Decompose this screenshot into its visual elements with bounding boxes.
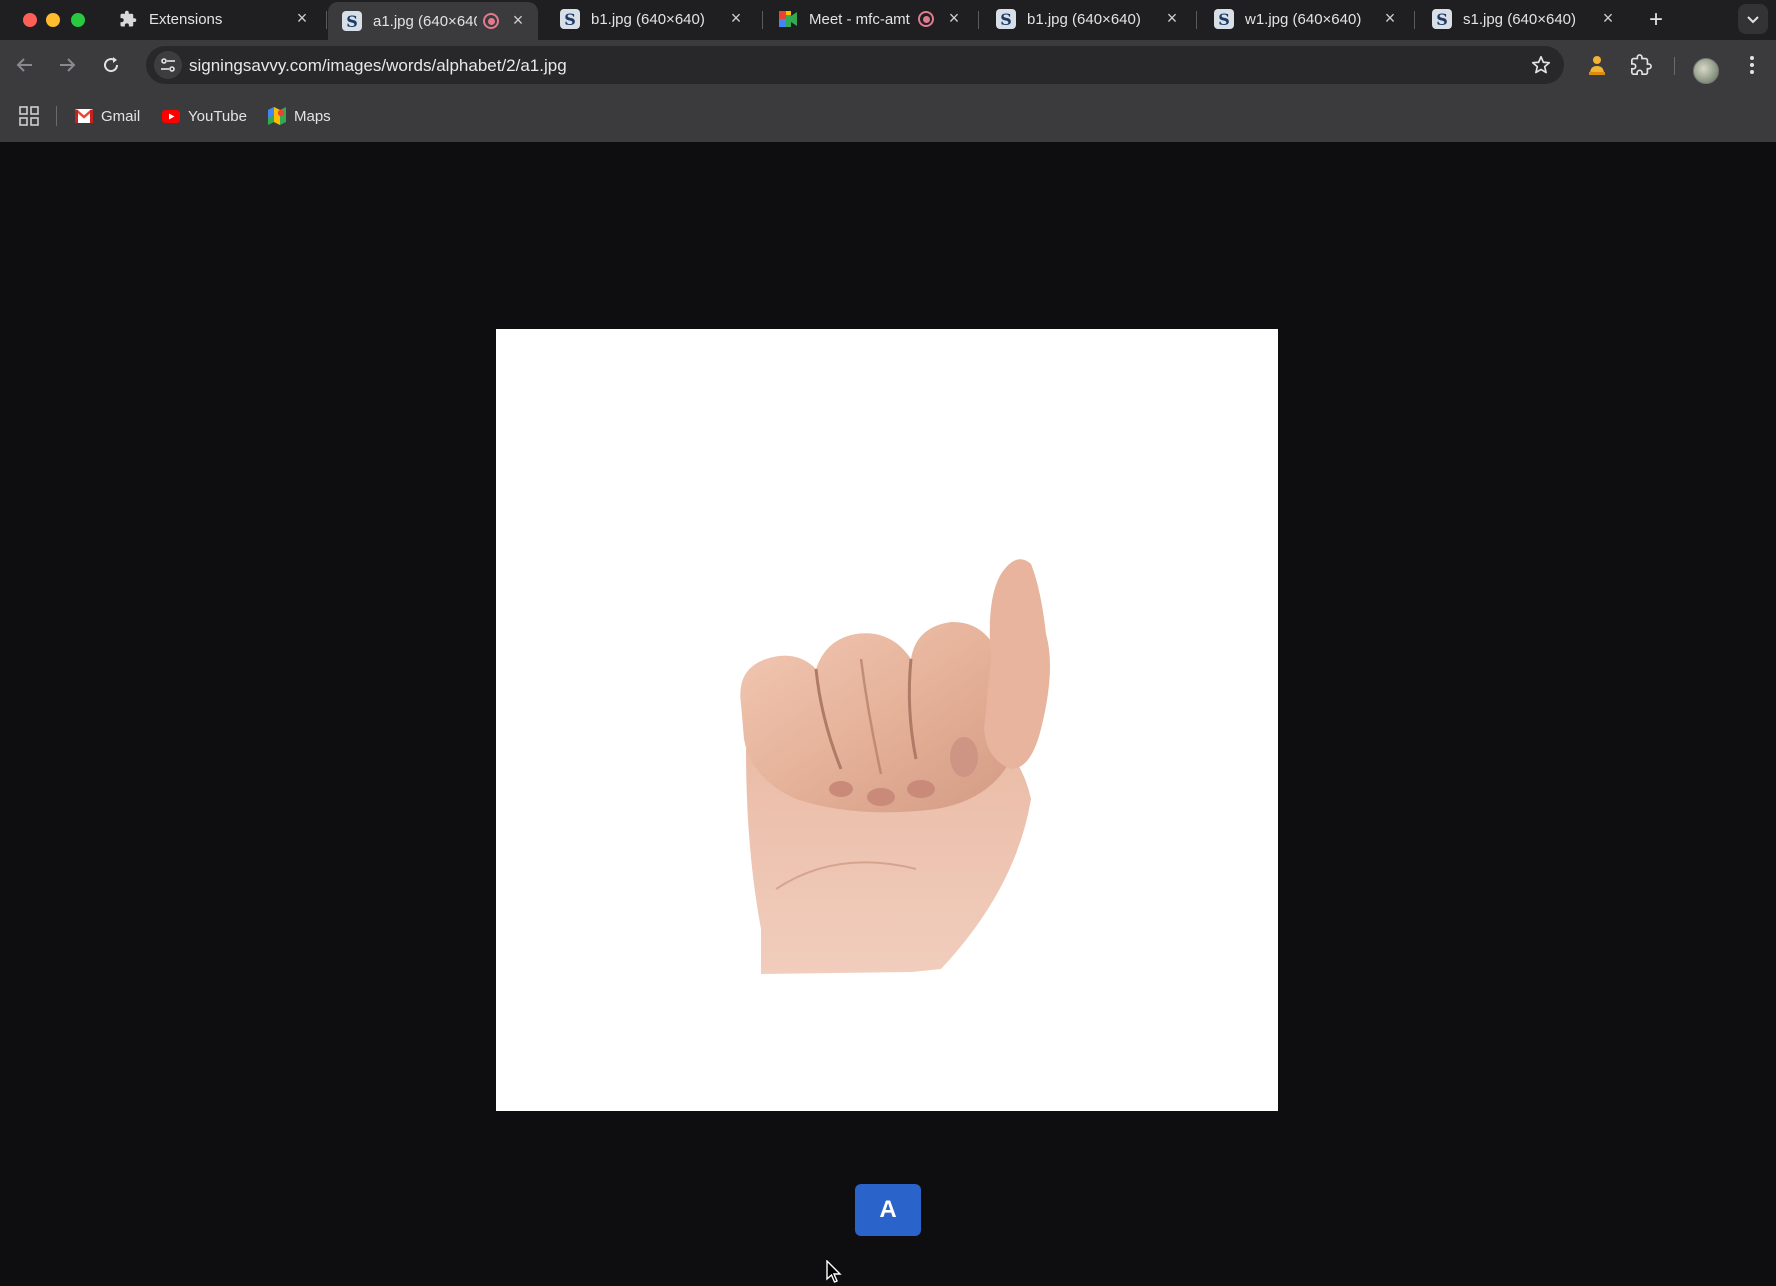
tab-title: a1.jpg (640×640) bbox=[373, 12, 477, 30]
tab-divider bbox=[1414, 11, 1415, 29]
signingsavvy-favicon: S bbox=[996, 9, 1016, 29]
site-info-icon[interactable] bbox=[154, 51, 182, 79]
page-content: A bbox=[0, 142, 1776, 1286]
back-button[interactable] bbox=[12, 52, 38, 78]
hand-sign-a-illustration bbox=[740, 559, 1050, 974]
bookmark-star-icon[interactable] bbox=[1530, 54, 1552, 76]
tab-extensions[interactable]: Extensions × bbox=[104, 0, 322, 38]
close-tab-icon[interactable]: × bbox=[946, 9, 962, 27]
browser-window: Extensions × S a1.jpg (640×640) × S b1.j… bbox=[0, 0, 1776, 1286]
arrow-right-icon bbox=[60, 58, 76, 72]
forward-button[interactable] bbox=[54, 52, 80, 78]
signingsavvy-favicon: S bbox=[560, 9, 580, 29]
extension-user-icon[interactable] bbox=[1584, 52, 1610, 78]
bookmark-gmail[interactable]: Gmail bbox=[75, 105, 140, 127]
minimize-window-button[interactable] bbox=[46, 13, 60, 27]
maps-icon bbox=[268, 107, 286, 125]
url-text[interactable]: signingsavvy.com/images/words/alphabet/2… bbox=[189, 56, 567, 76]
bookmark-label: Gmail bbox=[101, 107, 141, 125]
close-tab-icon[interactable]: × bbox=[728, 9, 744, 27]
tab-divider bbox=[1196, 11, 1197, 29]
bookmarks-divider bbox=[56, 106, 57, 126]
google-meet-icon bbox=[778, 9, 798, 29]
kebab-menu-icon[interactable] bbox=[1739, 52, 1765, 78]
toolbar-divider bbox=[1674, 57, 1675, 75]
new-tab-button[interactable]: + bbox=[1642, 6, 1670, 34]
tab-a1-jpg[interactable]: S a1.jpg (640×640) × bbox=[328, 2, 538, 40]
apps-grid-icon[interactable] bbox=[19, 106, 39, 126]
tab-divider bbox=[762, 11, 763, 29]
close-tab-icon[interactable]: × bbox=[1382, 9, 1398, 27]
bookmark-maps[interactable]: Maps bbox=[268, 105, 331, 127]
chevron-down-icon bbox=[1747, 16, 1759, 24]
browser-toolbar: signingsavvy.com/images/words/alphabet/2… bbox=[0, 40, 1776, 142]
signingsavvy-favicon: S bbox=[1432, 9, 1452, 29]
close-tab-icon[interactable]: × bbox=[294, 9, 310, 27]
close-window-button[interactable] bbox=[23, 13, 37, 27]
tab-b1-jpg-2[interactable]: S b1.jpg (640×640) × bbox=[982, 0, 1192, 38]
signingsavvy-favicon: S bbox=[1214, 9, 1234, 29]
close-tab-icon[interactable]: × bbox=[1164, 9, 1180, 27]
puzzle-icon bbox=[118, 9, 138, 29]
recording-indicator-icon bbox=[918, 11, 934, 27]
hand-sign-image bbox=[496, 329, 1278, 1111]
tab-strip: Extensions × S a1.jpg (640×640) × S b1.j… bbox=[0, 0, 1776, 40]
close-tab-icon[interactable]: × bbox=[510, 11, 526, 29]
arrow-left-icon bbox=[16, 58, 32, 72]
bookmark-label: Maps bbox=[294, 107, 331, 125]
gmail-icon bbox=[75, 108, 93, 124]
tab-title: s1.jpg (640×640) bbox=[1463, 10, 1576, 28]
close-tab-icon[interactable]: × bbox=[1600, 9, 1616, 27]
tab-s1-jpg[interactable]: S s1.jpg (640×640) × bbox=[1418, 0, 1628, 38]
signingsavvy-favicon: S bbox=[342, 11, 362, 31]
profile-avatar[interactable] bbox=[1693, 58, 1719, 84]
tab-title: Meet - mfc-amt bbox=[809, 10, 910, 28]
tab-title: Extensions bbox=[149, 10, 223, 28]
extensions-puzzle-icon[interactable] bbox=[1628, 52, 1654, 78]
zoom-window-button[interactable] bbox=[71, 13, 85, 27]
mouse-cursor-icon bbox=[826, 1260, 842, 1283]
tab-title: w1.jpg (640×640) bbox=[1245, 10, 1362, 28]
tab-divider bbox=[326, 11, 327, 29]
bookmarks-bar: Gmail YouTube Maps bbox=[0, 96, 1776, 136]
tab-divider bbox=[978, 11, 979, 29]
reload-icon bbox=[104, 57, 119, 73]
recording-indicator-icon bbox=[483, 13, 499, 29]
tab-title: b1.jpg (640×640) bbox=[1027, 10, 1141, 28]
tab-w1-jpg[interactable]: S w1.jpg (640×640) × bbox=[1200, 0, 1410, 38]
youtube-icon bbox=[162, 108, 180, 124]
address-bar[interactable]: signingsavvy.com/images/words/alphabet/2… bbox=[146, 46, 1564, 84]
tab-title: b1.jpg (640×640) bbox=[591, 10, 705, 28]
letter-a-button[interactable]: A bbox=[855, 1184, 921, 1236]
tab-google-meet[interactable]: Meet - mfc-amt × bbox=[764, 0, 974, 38]
bookmark-label: YouTube bbox=[188, 107, 247, 125]
tab-search-button[interactable] bbox=[1738, 4, 1768, 34]
reload-button[interactable] bbox=[98, 52, 124, 78]
bookmark-youtube[interactable]: YouTube bbox=[162, 105, 247, 127]
tab-b1-jpg[interactable]: S b1.jpg (640×640) × bbox=[546, 0, 756, 38]
